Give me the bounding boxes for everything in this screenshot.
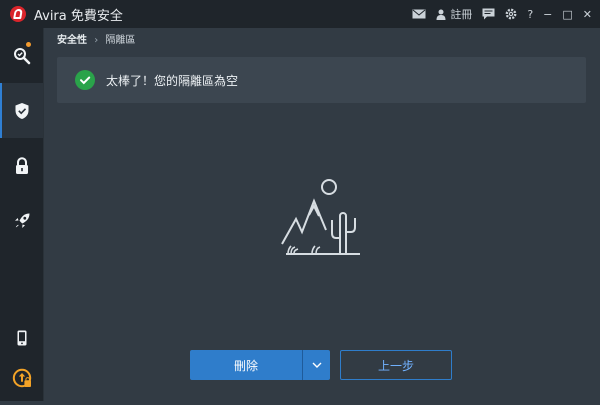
- empty-desert-illustration-icon: [281, 179, 360, 255]
- active-indicator: [0, 83, 2, 138]
- register-label: 註冊: [450, 8, 473, 21]
- status-message: 太棒了！您的隔離區為空: [106, 73, 239, 88]
- feedback-icon: [482, 8, 495, 20]
- user-icon: [436, 9, 446, 20]
- close-icon: ✕: [582, 7, 592, 21]
- minimize-icon: −: [543, 7, 553, 21]
- success-check-icon: [75, 70, 95, 90]
- settings-button[interactable]: [505, 8, 517, 20]
- mobile-icon: [17, 330, 26, 345]
- title-bar-actions: 註冊 ? − □ ✕: [412, 0, 600, 28]
- close-button[interactable]: ✕: [583, 8, 592, 21]
- upgrade-icon: [12, 368, 31, 387]
- avira-logo-icon: [10, 6, 26, 22]
- feedback-button[interactable]: [482, 8, 495, 20]
- back-button[interactable]: 上一步: [340, 350, 452, 380]
- breadcrumb-separator: ›: [94, 35, 99, 46]
- chevron-down-icon: [312, 362, 321, 368]
- quarantine-status-banner: 太棒了！您的隔離區為空: [57, 57, 586, 103]
- left-nav-rail: [0, 28, 44, 401]
- maximize-icon: □: [562, 7, 573, 21]
- help-icon: ?: [527, 7, 534, 21]
- rocket-icon: [14, 213, 29, 228]
- nav-scan[interactable]: [0, 28, 43, 83]
- delete-options-dropdown[interactable]: [302, 350, 330, 380]
- register-button[interactable]: 註冊: [436, 6, 472, 22]
- shield-check-icon: [15, 102, 28, 119]
- breadcrumb: 安全性 › 隔離區: [57, 31, 135, 46]
- nav-security[interactable]: [0, 83, 43, 138]
- maximize-button[interactable]: □: [562, 8, 572, 21]
- breadcrumb-current: 隔離區: [105, 35, 136, 46]
- help-button[interactable]: ?: [527, 8, 533, 21]
- nav-performance[interactable]: [0, 193, 43, 248]
- title-bar: Avira 免費安全 註冊 ? − □ ✕: [0, 0, 600, 28]
- delete-button[interactable]: 刪除: [190, 350, 302, 380]
- lock-icon: [15, 156, 28, 174]
- nav-privacy[interactable]: [0, 138, 43, 193]
- nav-upgrade[interactable]: [0, 350, 43, 405]
- mail-icon: [412, 9, 426, 19]
- breadcrumb-section[interactable]: 安全性: [57, 35, 87, 46]
- minimize-button[interactable]: −: [543, 8, 552, 21]
- notification-dot: [26, 42, 31, 47]
- app-title: Avira 免費安全: [34, 8, 123, 24]
- mail-button[interactable]: [412, 9, 426, 19]
- gear-icon: [505, 8, 517, 20]
- app-window: Avira 免費安全 註冊 ? − □ ✕ 安全性 › 隔離區 太棒了！您的隔離…: [0, 0, 600, 401]
- search-scan-icon: [13, 47, 30, 64]
